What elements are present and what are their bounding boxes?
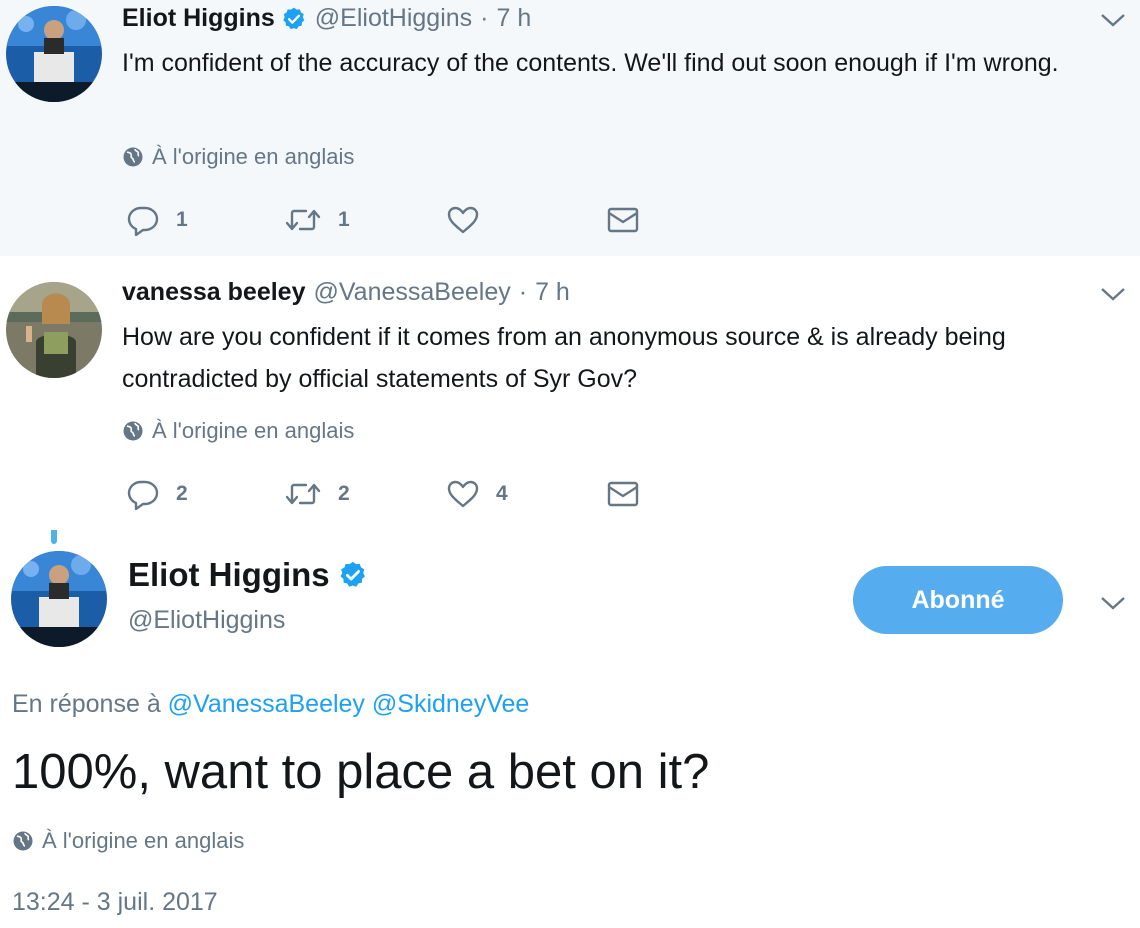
translation-label: À l'origine en anglais	[152, 144, 355, 169]
heart-icon	[447, 206, 479, 234]
translation-notice[interactable]: À l'origine en anglais	[122, 144, 354, 170]
retweet-icon	[285, 209, 321, 231]
retweet-button[interactable]: 1	[284, 203, 350, 237]
reply-count: 1	[176, 208, 188, 231]
author-handle[interactable]: @VanessaBeeley	[313, 278, 510, 307]
chevron-down-icon[interactable]	[1100, 286, 1126, 302]
direct-message-button[interactable]	[606, 203, 640, 237]
main-author-name-row: Eliot Higgins	[128, 556, 376, 594]
retweet-count: 2	[338, 482, 350, 505]
direct-message-button[interactable]	[606, 477, 640, 511]
avatar-vanessa-beeley[interactable]	[6, 282, 102, 378]
tweet-vanessa-beeley[interactable]: vanessa beeley @VanessaBeeley · 7 h How …	[0, 256, 1140, 530]
globe-icon	[13, 831, 33, 851]
tweet-timestamp[interactable]: 13:24 - 3 juil. 2017	[12, 888, 218, 917]
retweet-icon	[285, 483, 321, 505]
like-count: 4	[496, 482, 508, 505]
heart-icon	[447, 480, 479, 508]
reply-button[interactable]: 1	[126, 203, 188, 237]
tweet-time[interactable]: 7 h	[497, 4, 532, 33]
dm-envelope-icon	[607, 481, 639, 507]
author-handle[interactable]: @EliotHiggins	[315, 4, 472, 33]
verified-badge-icon	[281, 6, 307, 32]
main-tweet-text: 100%, want to place a bet on it?	[12, 745, 710, 799]
separator-dot: ·	[518, 278, 528, 306]
like-button[interactable]	[446, 203, 496, 237]
mention-vanessabeeley[interactable]: @VanessaBeeley	[168, 690, 365, 718]
author-name[interactable]: vanessa beeley	[122, 278, 305, 307]
reply-prefix: En réponse à	[12, 690, 161, 718]
following-button[interactable]: Abonné	[853, 566, 1063, 634]
tweet-text: I'm confident of the accuracy of the con…	[122, 49, 1059, 77]
tweet-header: vanessa beeley @VanessaBeeley · 7 h	[122, 278, 570, 307]
globe-icon	[123, 147, 143, 167]
translation-notice[interactable]: À l'origine en anglais	[122, 418, 354, 444]
tweet-time[interactable]: 7 h	[535, 278, 570, 307]
chevron-down-icon[interactable]	[1100, 12, 1126, 28]
main-author-handle[interactable]: @EliotHiggins	[128, 606, 285, 635]
separator-dot: ·	[480, 4, 489, 32]
avatar-eliot-higgins[interactable]	[6, 6, 102, 102]
mention-skidneyvee[interactable]: @SkidneyVee	[372, 690, 529, 718]
reply-icon	[127, 480, 159, 510]
translation-label: À l'origine en anglais	[42, 828, 245, 853]
translation-notice[interactable]: À l'origine en anglais	[12, 828, 244, 854]
translation-label: À l'origine en anglais	[152, 418, 355, 443]
author-name[interactable]: Eliot Higgins	[122, 4, 275, 33]
globe-icon	[123, 421, 143, 441]
tweet-eliot-higgins-1[interactable]: Eliot Higgins @EliotHiggins · 7 h I'm co…	[0, 0, 1140, 256]
retweet-count: 1	[338, 208, 350, 231]
retweet-button[interactable]: 2	[284, 477, 350, 511]
reply-context: En réponse à @VanessaBeeley @SkidneyVee	[12, 690, 529, 719]
verified-badge-icon	[338, 560, 368, 590]
reply-icon	[127, 206, 159, 236]
main-author-name[interactable]: Eliot Higgins	[128, 556, 330, 594]
dm-envelope-icon	[607, 207, 639, 233]
reply-button[interactable]: 2	[126, 477, 188, 511]
reply-count: 2	[176, 482, 188, 505]
tweet-header: Eliot Higgins @EliotHiggins · 7 h	[122, 4, 531, 33]
tweet-text: How are you confident if it comes from a…	[122, 323, 1006, 393]
like-button[interactable]: 4	[446, 477, 508, 511]
avatar-eliot-higgins-main[interactable]	[11, 551, 107, 647]
chevron-down-icon[interactable]	[1100, 595, 1126, 611]
